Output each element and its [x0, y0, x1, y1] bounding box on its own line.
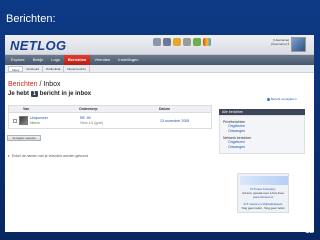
sub-nav: Inbox Verstuurd Prullenbak Nieuw bericht — [5, 65, 314, 73]
notify-icon[interactable] — [183, 38, 191, 46]
netlog-screenshot: NETLOG [Username] [Username] ▾ Explore B… — [5, 35, 314, 232]
nav-vrienden[interactable]: Vrienden — [90, 55, 114, 65]
color-icon[interactable] — [203, 38, 211, 46]
nav-bekijk[interactable]: Bekijk — [29, 55, 48, 65]
sidebar-link-network-received[interactable]: Ontvangen — [223, 145, 301, 150]
message-table: Van Onderwerp Datum Uniqueuser Nieuw RE:… — [8, 105, 212, 129]
footer-note: ▸ Enkel de namen van je vrienden worden … — [8, 153, 88, 158]
mail-icon[interactable] — [163, 38, 171, 46]
nav-instellingen[interactable]: Instellingen — [114, 55, 142, 65]
nav-logs[interactable]: Logs — [47, 55, 64, 65]
header-icons — [153, 38, 211, 46]
slide-page-number: 12 — [305, 226, 314, 235]
inbox-summary: Je hebt 1 bericht in je inbox — [8, 91, 91, 97]
table-header: Van Onderwerp Datum — [9, 106, 211, 113]
user-line-2: [Username] ▾ — [271, 42, 289, 46]
user-avatar[interactable] — [291, 37, 306, 52]
arrow-icon: ▸ — [8, 153, 11, 158]
top-action-link[interactable]: Bericht verwijderen — [267, 97, 297, 101]
tab-nieuw-bericht[interactable]: Nieuw bericht — [64, 65, 90, 72]
tab-inbox[interactable]: Inbox — [8, 65, 24, 72]
message-subject-sub: View 1/1 (gnw) — [80, 120, 104, 125]
bullet-icon — [267, 97, 270, 101]
header-bar: NETLOG [Username] [Username] ▾ — [5, 35, 314, 55]
breadcrumb-separator: / — [39, 81, 42, 88]
page-title: Berichten / Inbox — [8, 81, 61, 88]
home-icon[interactable] — [153, 38, 161, 46]
unread-count-badge: 1 — [31, 91, 38, 97]
nav-explore[interactable]: Explore — [7, 55, 29, 65]
delete-selection-button[interactable]: Verwijder selectie — [7, 135, 41, 141]
summary-pre: Je hebt — [8, 91, 30, 97]
slide-title: Berichten: — [6, 13, 56, 25]
header-datum[interactable]: Datum — [159, 107, 209, 111]
row-checkbox[interactable] — [13, 118, 17, 123]
tab-verstuurd[interactable]: Verstuurd — [23, 65, 44, 72]
message-date: 13 november 2008 — [160, 118, 190, 123]
top-action-label: Bericht verwijderen — [271, 97, 297, 101]
sender-status: Nieuw — [30, 120, 40, 125]
sidebar-body: Privéberichten Ongelezen Ontvangen Netwe… — [219, 115, 305, 154]
summary-post: bericht in je inbox — [39, 91, 92, 97]
header-onderwerp[interactable]: Onderwerp — [79, 107, 159, 111]
netlog-logo[interactable]: NETLOG — [10, 38, 67, 53]
breadcrumb-berichten[interactable]: Berichten — [8, 81, 38, 88]
sender-avatar[interactable] — [19, 116, 28, 125]
chat-icon[interactable] — [193, 38, 201, 46]
nav-berichten[interactable]: Berichten — [63, 55, 91, 65]
sender-cell: Uniqueuser Nieuw — [30, 116, 80, 125]
main-nav: Explore Bekijk Logs Berichten Vrienden I… — [5, 55, 314, 65]
sidebar: Alle berichten Privéberichten Ongelezen … — [219, 109, 305, 154]
header-van[interactable]: Van — [9, 107, 79, 111]
advertisement[interactable]: ICTmeet Company Ad text, spread over a f… — [237, 173, 289, 213]
sidebar-link-received[interactable]: Ontvangen — [223, 129, 301, 134]
friends-icon[interactable] — [173, 38, 181, 46]
user-info[interactable]: [Username] [Username] ▾ — [251, 38, 289, 46]
tab-prullenbak[interactable]: Prullenbak — [43, 65, 65, 72]
breadcrumb-inbox: Inbox — [43, 81, 61, 88]
ad-image — [240, 176, 288, 185]
subject-cell: RE: Hi! View 1/1 (gnw) — [80, 116, 160, 125]
table-row[interactable]: Uniqueuser Nieuw RE: Hi! View 1/1 (gnw) … — [9, 113, 211, 128]
ad-text-2: Nog geen tekst.. Nog geen tekst — [241, 206, 285, 210]
footer-note-text: Enkel de namen van je vrienden worden ge… — [12, 153, 89, 158]
